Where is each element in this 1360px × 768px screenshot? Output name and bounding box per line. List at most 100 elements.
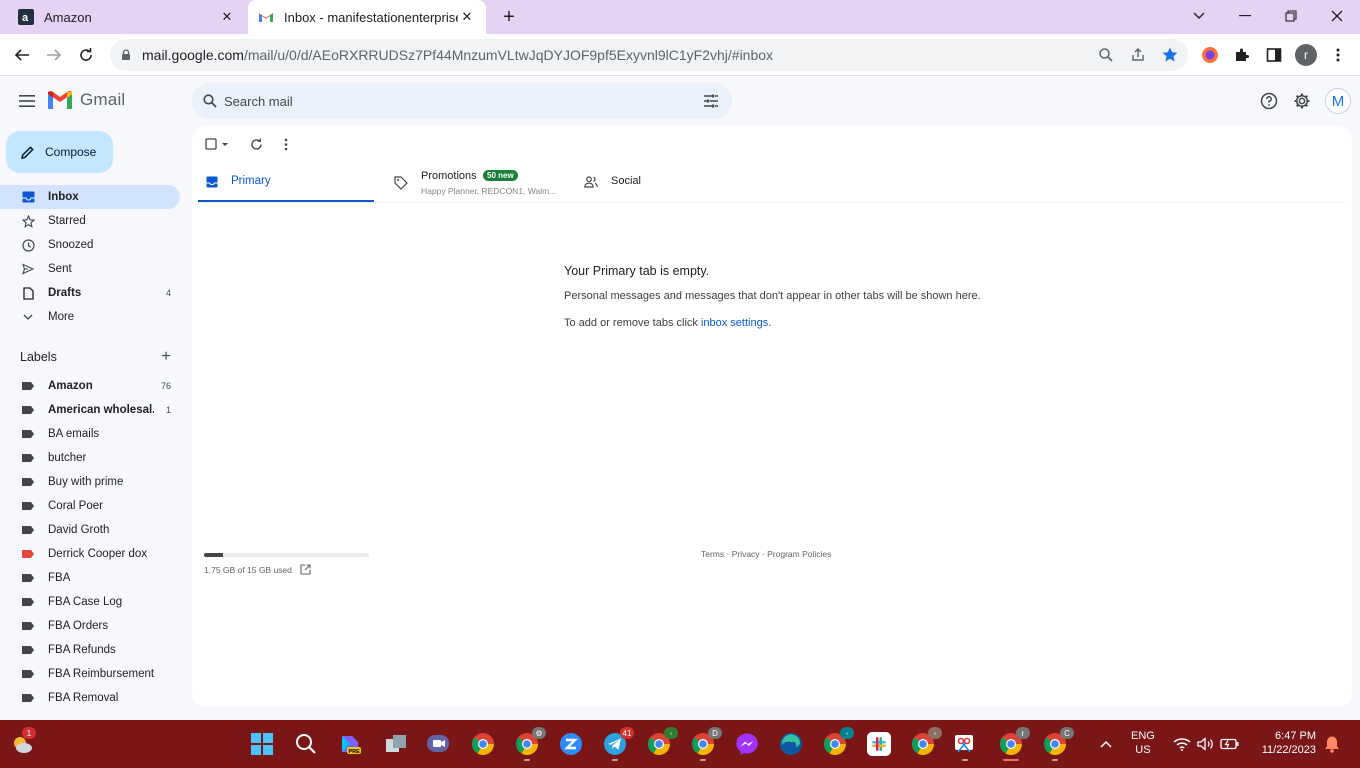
- gmail-favicon-icon: [259, 13, 273, 22]
- chrome-profile-icon[interactable]: ◦: [823, 727, 854, 756]
- sidebar-item-label: Snoozed: [48, 239, 94, 251]
- zoom-icon[interactable]: [1098, 47, 1114, 63]
- slack-icon[interactable]: [867, 732, 891, 756]
- edge-browser-icon[interactable]: [779, 732, 803, 756]
- browser-tab-gmail[interactable]: Inbox - manifestationenterprises ✕: [248, 0, 486, 34]
- battery-charging-icon[interactable]: [1218, 732, 1242, 756]
- copilot-preview-icon[interactable]: PRE: [338, 732, 362, 756]
- minimize-window-icon[interactable]: [1232, 4, 1258, 28]
- label-item[interactable]: FBA Reimbursement: [0, 662, 180, 686]
- tag-icon: [394, 176, 408, 190]
- label-item[interactable]: FBA Orders: [0, 614, 180, 638]
- input-language-indicator[interactable]: ENG US: [1131, 729, 1155, 757]
- restore-window-icon[interactable]: [1278, 4, 1304, 28]
- chrome-profile-icon[interactable]: D: [691, 727, 722, 756]
- sidebar-item-drafts[interactable]: Drafts 4: [0, 281, 180, 305]
- sidebar-item-inbox[interactable]: Inbox: [0, 185, 180, 209]
- search-input[interactable]: [224, 91, 684, 111]
- label-item[interactable]: butcher: [0, 446, 180, 470]
- chrome-profile-icon[interactable]: [471, 732, 495, 756]
- start-windows-icon[interactable]: [250, 732, 274, 756]
- side-panel-icon[interactable]: [1262, 43, 1286, 67]
- gmail-logo[interactable]: Gmail: [48, 90, 125, 110]
- tab-social[interactable]: Social: [578, 166, 738, 203]
- zoom-app-icon[interactable]: [559, 732, 583, 756]
- forward-arrow-icon[interactable]: [42, 43, 66, 67]
- sidebar-item-starred[interactable]: Starred: [0, 209, 180, 233]
- settings-gear-icon[interactable]: [1290, 89, 1314, 113]
- telegram-icon[interactable]: 41: [603, 727, 634, 756]
- chrome-active-profile-icon[interactable]: r: [999, 727, 1030, 756]
- tab-promotions[interactable]: Promotions 50 new Happy Planner, REDCON1…: [388, 166, 568, 203]
- lock-icon[interactable]: [120, 49, 132, 61]
- label-item[interactable]: Buy with prime: [0, 470, 180, 494]
- volume-icon[interactable]: [1194, 732, 1218, 756]
- snipping-tool-icon[interactable]: [953, 732, 977, 756]
- star-icon: [20, 213, 36, 229]
- back-arrow-icon[interactable]: [10, 43, 34, 67]
- taskbar-search-icon[interactable]: [294, 732, 318, 756]
- new-tab-button[interactable]: +: [498, 6, 520, 28]
- label-item[interactable]: David Groth: [0, 518, 180, 542]
- label-item[interactable]: Coral Poer: [0, 494, 180, 518]
- google-account-avatar[interactable]: M: [1325, 88, 1351, 114]
- browser-tab-strip: a Amazon ✕ Inbox - manifestationenterpri…: [0, 0, 1360, 34]
- label-item[interactable]: Derrick Cooper dox: [0, 542, 180, 566]
- sidebar-item-sent[interactable]: Sent: [0, 257, 180, 281]
- share-icon[interactable]: [1130, 47, 1146, 63]
- gmail-wordmark: Gmail: [80, 90, 126, 109]
- chrome-profile-icon[interactable]: ◦: [911, 727, 942, 756]
- browser-menu-icon[interactable]: [1326, 43, 1350, 67]
- main-menu-icon[interactable]: [14, 88, 40, 114]
- search-icon[interactable]: [203, 94, 217, 108]
- address-bar[interactable]: mail.google.com/mail/u/0/d/AEoRXRRUDSz7P…: [110, 39, 1188, 71]
- weather-widget-icon[interactable]: 1: [10, 727, 36, 756]
- more-options-icon[interactable]: [280, 135, 292, 153]
- search-options-icon[interactable]: [703, 93, 719, 109]
- storage-usage-fill: [204, 553, 224, 557]
- sidebar-item-more[interactable]: More: [0, 305, 180, 329]
- label-item[interactable]: FBA Removal: [0, 686, 180, 710]
- support-help-icon[interactable]: [1257, 89, 1281, 113]
- label-item[interactable]: American wholesal... 1: [0, 398, 180, 422]
- close-tab-icon[interactable]: ✕: [218, 8, 236, 26]
- label-item[interactable]: Amazon 76: [0, 374, 180, 398]
- task-view-icon[interactable]: [384, 732, 408, 756]
- open-external-icon[interactable]: [300, 564, 311, 575]
- system-clock[interactable]: 6:47 PM 11/22/2023: [1254, 729, 1316, 757]
- label-item[interactable]: FBA: [0, 566, 180, 590]
- label-item[interactable]: FBA Refunds: [0, 638, 180, 662]
- notification-bell-icon[interactable]: [1320, 732, 1344, 756]
- tab-search-chevron-icon[interactable]: [1186, 4, 1212, 28]
- add-label-plus-icon[interactable]: +: [158, 348, 174, 365]
- refresh-icon[interactable]: [248, 135, 264, 153]
- sidebar-item-snoozed[interactable]: Snoozed: [0, 233, 180, 257]
- label-item[interactable]: FBA Case Log: [0, 590, 180, 614]
- label-name: David Groth: [48, 524, 110, 536]
- extensions-puzzle-icon[interactable]: [1230, 43, 1254, 67]
- label-name: Amazon: [48, 380, 93, 392]
- reload-icon[interactable]: [74, 43, 98, 67]
- chrome-profile-icon[interactable]: C: [1043, 727, 1074, 756]
- profile-avatar[interactable]: r: [1294, 43, 1318, 67]
- footer-links[interactable]: Terms · Privacy · Program Policies: [701, 549, 831, 559]
- label-item[interactable]: BA emails: [0, 422, 180, 446]
- close-window-icon[interactable]: [1324, 4, 1350, 28]
- search-bar[interactable]: [192, 83, 732, 119]
- extension-firefox-icon[interactable]: [1198, 43, 1222, 67]
- tab-primary[interactable]: Primary: [198, 166, 374, 203]
- select-all-checkbox[interactable]: [204, 135, 230, 153]
- inbox-settings-link[interactable]: inbox settings: [701, 317, 768, 329]
- label-tag-icon: [20, 666, 36, 682]
- teams-chat-icon[interactable]: [426, 732, 450, 756]
- show-hidden-icons-chevron-icon[interactable]: [1094, 732, 1118, 756]
- bookmark-star-icon[interactable]: [1161, 46, 1179, 64]
- label-tag-icon: [20, 594, 36, 610]
- close-tab-icon[interactable]: ✕: [458, 8, 476, 26]
- chrome-profile-icon[interactable]: ⚙: [515, 727, 546, 756]
- compose-button[interactable]: Compose: [6, 131, 113, 173]
- wifi-icon[interactable]: [1170, 732, 1194, 756]
- browser-tab-amazon[interactable]: a Amazon ✕: [8, 0, 246, 34]
- messenger-icon[interactable]: [735, 732, 759, 756]
- chrome-profile-icon[interactable]: ◦: [647, 727, 678, 756]
